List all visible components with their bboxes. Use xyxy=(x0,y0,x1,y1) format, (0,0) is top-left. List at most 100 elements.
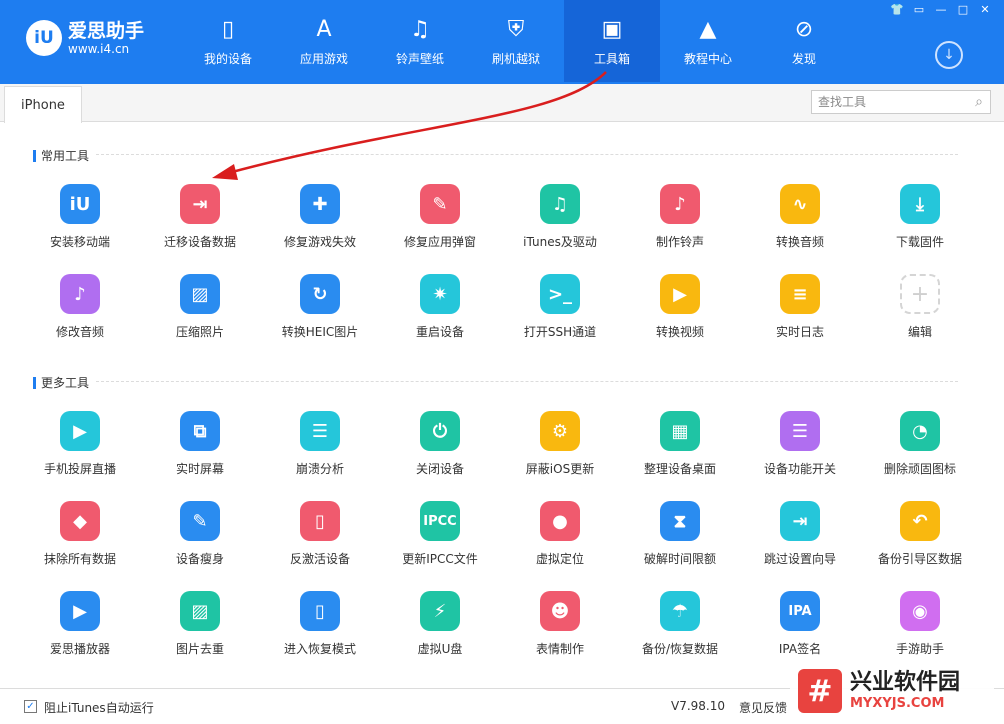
tool-item[interactable]: ⇥ 迁移设备数据 xyxy=(140,182,260,272)
menu-icon[interactable]: ▭ xyxy=(910,3,928,17)
nav-item-toolbox[interactable]: ▣ 工具箱 xyxy=(564,0,660,82)
minimize-icon[interactable]: — xyxy=(932,3,950,17)
tool-item[interactable]: iU 安装移动端 xyxy=(20,182,140,272)
graduation-icon: ▲ xyxy=(699,16,717,42)
tool-label: 崩溃分析 xyxy=(295,462,344,476)
tool-label: 关闭设备 xyxy=(415,462,464,476)
nav-item-graduation[interactable]: ▲ 教程中心 xyxy=(660,0,756,82)
version-label: V7.98.10 xyxy=(671,699,726,713)
tool-item[interactable]: ◆ 抹除所有数据 xyxy=(20,499,140,589)
tool-item[interactable]: ✎ 设备瘦身 xyxy=(140,499,260,589)
tool-item[interactable]: ▨ 压缩照片 xyxy=(140,272,260,362)
section-divider xyxy=(96,154,958,155)
tool-item[interactable]: ◔ 删除顽固图标 xyxy=(860,409,980,499)
tool-label: 手游助手 xyxy=(895,642,944,656)
tool-label: 虚拟定位 xyxy=(535,552,584,566)
tool-label: 打开SSH通道 xyxy=(523,325,597,339)
tool-item[interactable]: ☻ 表情制作 xyxy=(500,589,620,679)
tool-label: 下载固件 xyxy=(895,235,944,249)
nav-item-compass[interactable]: ⊘ 发现 xyxy=(756,0,852,82)
search-input[interactable] xyxy=(812,91,968,113)
block-itunes-label[interactable]: 阻止iTunes自动运行 xyxy=(44,699,154,716)
tool-item[interactable]: ▯ 反激活设备 xyxy=(260,499,380,589)
maximize-icon[interactable]: □ xyxy=(954,3,972,17)
tool-label: 抹除所有数据 xyxy=(43,552,116,566)
nav-item-phone[interactable]: ▯ 我的设备 xyxy=(180,0,276,82)
watermark-logo: # xyxy=(798,669,842,713)
tool-label: 设备功能开关 xyxy=(763,462,836,476)
window-controls: 👕 ▭ — □ ✕ xyxy=(888,3,994,17)
nav-item-label: 我的设备 xyxy=(203,51,252,66)
nav-item-label: 应用游戏 xyxy=(299,51,348,66)
i4-logo-icon: iU xyxy=(26,20,62,56)
itunes-icon: ♫ xyxy=(540,184,580,224)
tool-item[interactable]: ↶ 备份引导区数据 xyxy=(860,499,980,589)
block-itunes-checkbox[interactable]: ✓ xyxy=(24,700,37,713)
tool-item[interactable]: ⇥ 跳过设置向导 xyxy=(740,499,860,589)
tool-item[interactable]: ✷ 重启设备 xyxy=(380,272,500,362)
tool-item[interactable]: ▯ 进入恢复模式 xyxy=(260,589,380,679)
watermark-url: MYXYJS.COM xyxy=(850,696,945,711)
tool-label: 破解时间限额 xyxy=(643,552,716,566)
tool-item[interactable]: ⧗ 破解时间限额 xyxy=(620,499,740,589)
tool-item[interactable]: ☰ 设备功能开关 xyxy=(740,409,860,499)
tool-item[interactable]: ♫ iTunes及驱动 xyxy=(500,182,620,272)
tool-label: 表情制作 xyxy=(535,642,584,656)
tool-item[interactable]: ▶ 爱思播放器 xyxy=(20,589,140,679)
grid-icon: ▦ xyxy=(660,411,700,451)
tool-item[interactable]: ♪ 制作铃声 xyxy=(620,182,740,272)
tool-label: 爱思播放器 xyxy=(49,642,110,656)
tool-item[interactable]: ▦ 整理设备桌面 xyxy=(620,409,740,499)
ipcc-icon: IPCC xyxy=(420,501,460,541)
tool-item[interactable]: ∿ 转换音频 xyxy=(740,182,860,272)
tool-item[interactable]: + 编辑 xyxy=(860,272,980,362)
tool-item[interactable]: ↻ 转换HEIC图片 xyxy=(260,272,380,362)
tool-label: 实时日志 xyxy=(775,325,824,339)
nav-item-music[interactable]: ♫ 铃声壁纸 xyxy=(372,0,468,82)
tool-item[interactable]: ✎ 修复应用弹窗 xyxy=(380,182,500,272)
tool-label: 重启设备 xyxy=(415,325,464,339)
tool-item[interactable]: ▶ 转换视频 xyxy=(620,272,740,362)
common-tools-grid: iU 安装移动端 ⇥ 迁移设备数据 ✚ 修复游戏失效 ✎ 修复应用弹窗 ♫ iTunes及驱动 ♪ 制… xyxy=(20,182,980,362)
skin-icon[interactable]: 👕 xyxy=(888,3,906,17)
tool-item[interactable]: ● 虚拟定位 xyxy=(500,499,620,589)
tool-label: 屏蔽iOS更新 xyxy=(525,462,595,476)
tab-iphone[interactable]: iPhone xyxy=(4,86,82,123)
tool-item[interactable]: ☰ 崩溃分析 xyxy=(260,409,380,499)
wrench-icon: ✎ xyxy=(420,184,460,224)
tool-item[interactable]: ☂ 备份/恢复数据 xyxy=(620,589,740,679)
power-icon: ⏻ xyxy=(420,411,460,451)
tool-item[interactable]: ▶ 手机投屏直播 xyxy=(20,409,140,499)
location-icon: ● xyxy=(540,501,580,541)
tool-item[interactable]: >_ 打开SSH通道 xyxy=(500,272,620,362)
hourglass-icon: ⧗ xyxy=(660,501,700,541)
tool-label: 设备瘦身 xyxy=(175,552,224,566)
tool-item[interactable]: ⚙ 屏蔽iOS更新 xyxy=(500,409,620,499)
tool-item[interactable]: ✚ 修复游戏失效 xyxy=(260,182,380,272)
tool-label: 虚拟U盘 xyxy=(417,642,463,656)
tool-item[interactable]: ⤓ 下载固件 xyxy=(860,182,980,272)
download-manager-icon[interactable]: ↓ xyxy=(935,41,963,69)
nav-item-label: 工具箱 xyxy=(593,51,630,66)
tool-item[interactable]: ▨ 图片去重 xyxy=(140,589,260,679)
phone-icon: ▯ xyxy=(221,16,235,42)
tool-item[interactable]: IPCC 更新IPCC文件 xyxy=(380,499,500,589)
toolbox-icon: ▣ xyxy=(601,16,623,42)
watermark: # 兴业软件园 MYXYJS.COM xyxy=(790,662,994,720)
tool-item[interactable]: ≡ 实时日志 xyxy=(740,272,860,362)
player-icon: ▶ xyxy=(60,591,100,631)
feedback-link[interactable]: 意见反馈 xyxy=(739,699,787,716)
nav-item-shield[interactable]: ⛨ 刷机越狱 xyxy=(468,0,564,82)
close-icon[interactable]: ✕ xyxy=(976,3,994,17)
crash-report-icon: ☰ xyxy=(300,411,340,451)
skip-setup-icon: ⇥ xyxy=(780,501,820,541)
tool-item[interactable]: ⏻ 关闭设备 xyxy=(380,409,500,499)
umbrella-icon: ☂ xyxy=(660,591,700,631)
tool-item[interactable]: ♪ 修改音频 xyxy=(20,272,140,362)
app-logo: iU 爱思助手 www.i4.cn xyxy=(26,20,144,56)
tool-item[interactable]: ⚡ 虚拟U盘 xyxy=(380,589,500,679)
nav-item-appstore[interactable]: A 应用游戏 xyxy=(276,0,372,82)
search-icon[interactable]: ⌕ xyxy=(968,94,990,110)
tool-item[interactable]: ⧉ 实时屏幕 xyxy=(140,409,260,499)
usb-icon: ⚡ xyxy=(420,591,460,631)
